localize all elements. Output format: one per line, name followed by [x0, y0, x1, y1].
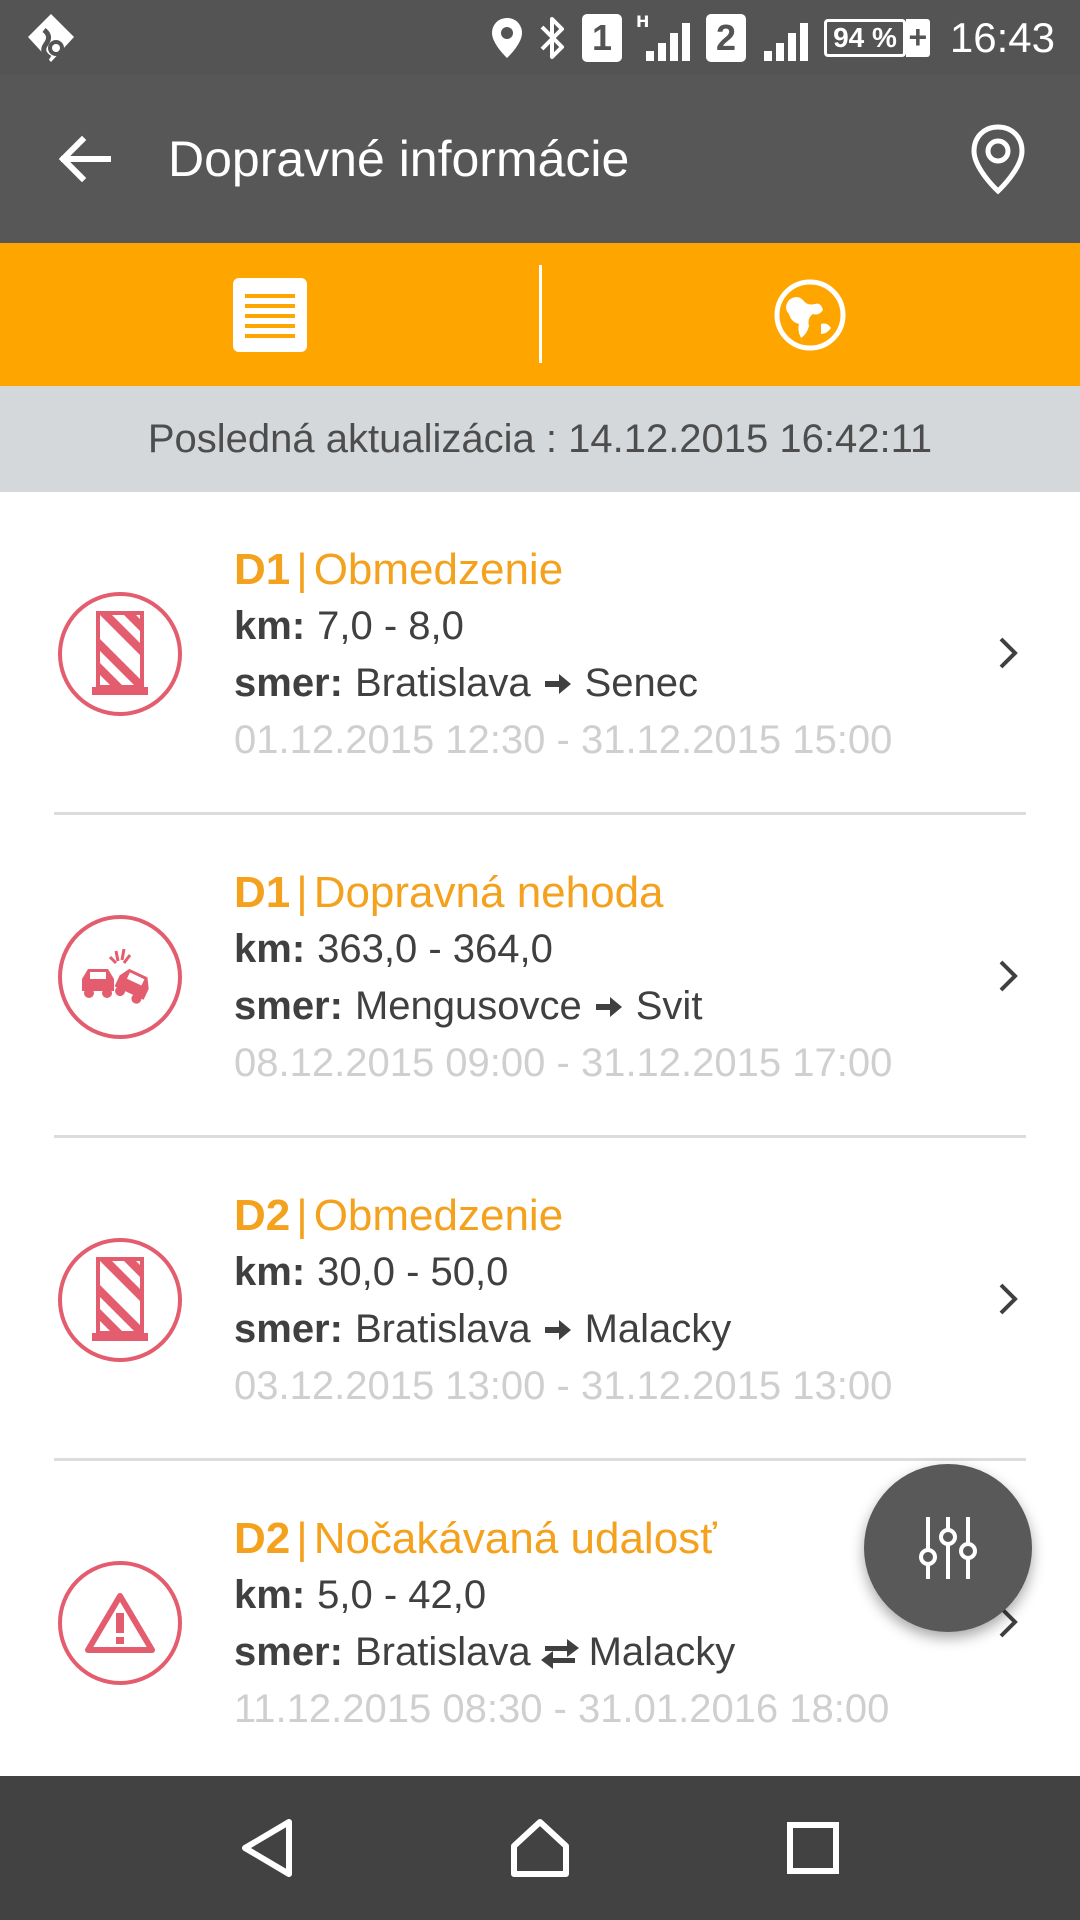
km-value: 30,0 - 50,0	[317, 1250, 509, 1294]
signal-h-icon: H	[636, 0, 692, 75]
last-update-bar: Posledná aktualizácia : 14.12.2015 16:42…	[0, 386, 1080, 492]
direction-line: smer: Mengusovce Svit	[234, 978, 960, 1035]
nav-home-button[interactable]	[490, 1798, 590, 1898]
sim1-icon: 1	[582, 0, 623, 75]
list-item[interactable]: D2 | Obmedzenie km: 30,0 - 50,0 smer: Br…	[0, 1138, 1080, 1461]
globe-icon	[774, 279, 846, 350]
home-icon	[510, 1819, 569, 1877]
direction-to: Malacky	[588, 1630, 736, 1674]
svg-text:H: H	[636, 13, 649, 31]
chevron-right-icon	[988, 951, 1028, 1001]
direction-from: Bratislava	[354, 1307, 531, 1351]
system-navigation-bar	[0, 1776, 1080, 1920]
km-label: km:	[234, 927, 306, 971]
event-type: Obmedzenie	[313, 545, 564, 594]
direction-label: smer:	[234, 661, 343, 705]
direction-label: smer:	[234, 984, 343, 1028]
sim2-icon: 2	[706, 0, 747, 75]
one-way-arrow-icon	[543, 671, 573, 697]
km-line: km: 30,0 - 50,0	[234, 1244, 960, 1301]
km-line: km: 7,0 - 8,0	[234, 598, 960, 655]
last-update-text: Posledná aktualizácia : 14.12.2015 16:42…	[147, 416, 933, 461]
direction-label: smer:	[234, 1630, 343, 1674]
arrow-left-icon	[58, 135, 111, 183]
list-item[interactable]: D1 | Dopravná nehoda km: 363,0 - 364,0 s…	[0, 815, 1080, 1138]
direction-from: Mengusovce	[354, 984, 582, 1028]
navigation-app-icon	[22, 10, 80, 68]
road-code: D1	[234, 545, 291, 594]
title-separator: |	[296, 1514, 308, 1563]
item-title: D2 | Obmedzenie	[234, 1188, 960, 1244]
km-value: 7,0 - 8,0	[317, 604, 464, 648]
nav-back-button[interactable]	[217, 1798, 317, 1898]
time-range: 08.12.2015 09:00 - 31.12.2015 17:00	[234, 1041, 893, 1085]
filter-button[interactable]	[864, 1464, 1032, 1632]
app-bar: Dopravné informácie	[0, 75, 1080, 243]
km-line: km: 5,0 - 42,0	[234, 1567, 960, 1624]
car-crash-icon	[58, 915, 182, 1039]
direction-line: smer: Bratislava Senec	[234, 655, 960, 712]
bluetooth-icon	[538, 0, 568, 75]
event-type: Nočakávaná udalosť	[313, 1514, 717, 1563]
roadblock-icon	[58, 592, 182, 716]
direction-to: Malacky	[584, 1307, 732, 1351]
item-title: D1 | Dopravná nehoda	[234, 865, 960, 921]
back-triangle-icon	[241, 1819, 292, 1877]
direction-label: smer:	[234, 1307, 343, 1351]
tab-map[interactable]	[540, 243, 1080, 386]
title-separator: |	[296, 868, 308, 917]
km-value: 5,0 - 42,0	[317, 1573, 487, 1617]
back-button[interactable]	[45, 119, 125, 199]
event-type: Obmedzenie	[313, 1191, 564, 1240]
recents-square-icon	[787, 1822, 840, 1874]
filter-sliders-icon	[919, 1517, 977, 1579]
nav-recents-button[interactable]	[763, 1798, 863, 1898]
clock: 16:43	[949, 13, 1055, 61]
time-range: 11.12.2015 08:30 - 31.01.2016 18:00	[234, 1687, 890, 1731]
chevron-right-icon	[988, 1274, 1028, 1324]
location-status-icon	[490, 0, 524, 75]
page-title: Dopravné informácie	[168, 131, 630, 187]
direction-line: smer: Bratislava Malacky	[234, 1624, 960, 1681]
battery-indicator: 94 % +	[824, 18, 930, 57]
view-tabs	[0, 243, 1080, 386]
road-code: D2	[234, 1191, 291, 1240]
list-icon	[233, 277, 307, 352]
tab-list[interactable]	[0, 243, 540, 386]
title-separator: |	[296, 1191, 308, 1240]
roadblock-icon	[58, 1238, 182, 1362]
location-button[interactable]	[958, 119, 1038, 199]
item-title: D2 | Nočakávaná udalosť	[234, 1511, 960, 1567]
map-pin-icon	[971, 124, 1025, 195]
direction-line: smer: Bratislava Malacky	[234, 1301, 960, 1358]
km-line: km: 363,0 - 364,0	[234, 921, 960, 978]
item-title: D1 | Obmedzenie	[234, 542, 960, 598]
road-code: D1	[234, 868, 291, 917]
km-label: km:	[234, 1573, 306, 1617]
signal-icon	[760, 0, 810, 75]
one-way-arrow-icon	[594, 994, 624, 1020]
km-label: km:	[234, 1250, 306, 1294]
km-label: km:	[234, 604, 306, 648]
direction-to: Svit	[635, 984, 703, 1028]
direction-from: Bratislava	[354, 1630, 531, 1674]
direction-to: Senec	[584, 661, 698, 705]
status-bar: 1 H 2 94 % + 16:43	[0, 0, 1080, 75]
km-value: 363,0 - 364,0	[317, 927, 553, 971]
warning-triangle-icon	[58, 1561, 182, 1685]
list-item[interactable]: D1 | Obmedzenie km: 7,0 - 8,0 smer: Brat…	[0, 492, 1080, 815]
time-range: 01.12.2015 12:30 - 31.12.2015 15:00	[234, 718, 893, 762]
one-way-arrow-icon	[543, 1317, 573, 1343]
tab-divider	[539, 265, 542, 363]
title-separator: |	[296, 545, 308, 594]
event-type: Dopravná nehoda	[313, 868, 664, 917]
two-way-arrow-icon	[537, 1636, 583, 1670]
chevron-right-icon	[988, 628, 1028, 678]
direction-from: Bratislava	[354, 661, 531, 705]
road-code: D2	[234, 1514, 291, 1563]
time-range: 03.12.2015 13:00 - 31.12.2015 13:00	[234, 1364, 893, 1408]
